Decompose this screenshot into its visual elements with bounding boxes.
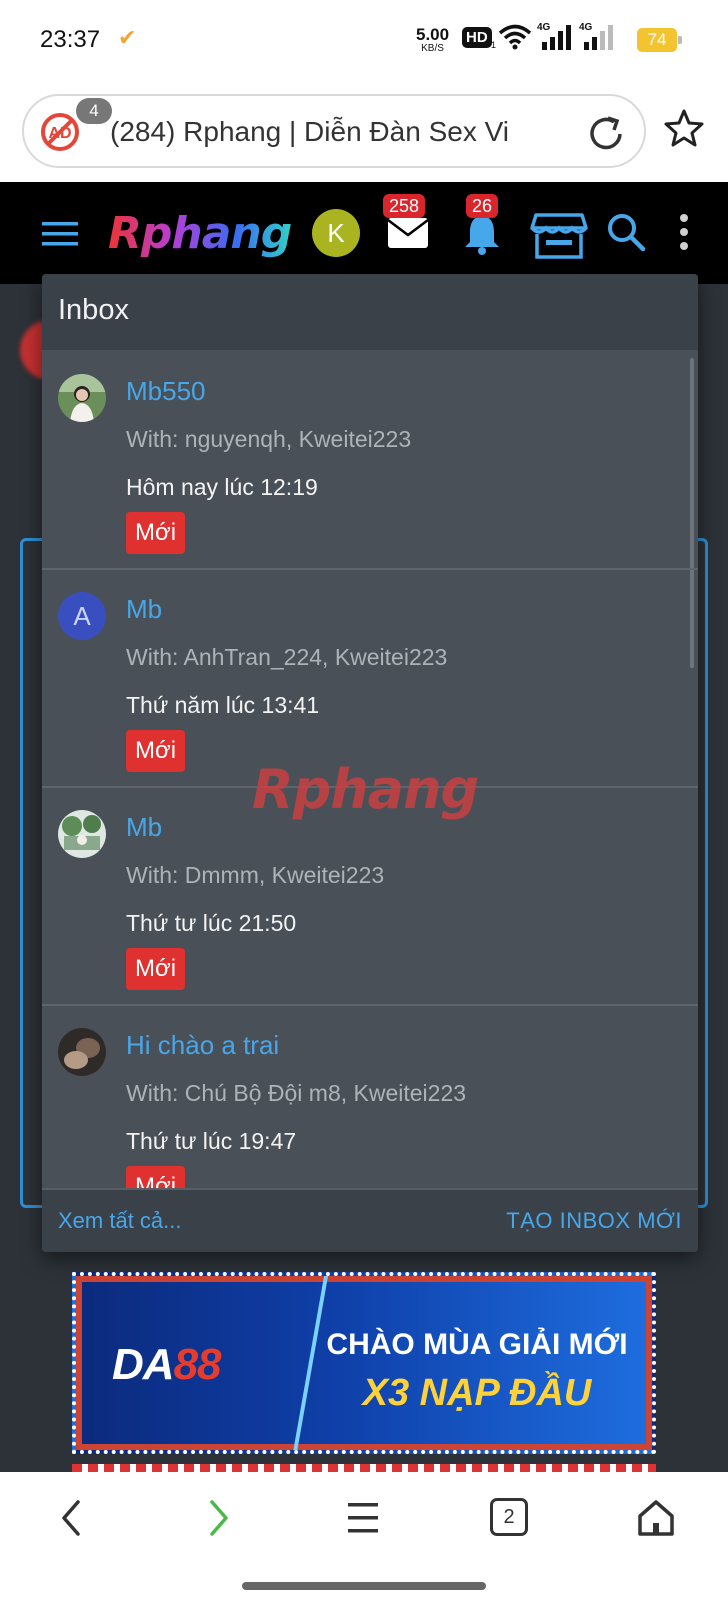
user-avatar-letter[interactable]: A	[58, 592, 106, 640]
adblock-count-badge: 4	[76, 98, 112, 124]
browser-bottom-nav: 2	[0, 1472, 728, 1600]
conversation-title[interactable]: Hi chào a trai	[126, 1030, 279, 1061]
conversation-title[interactable]: Mb	[126, 594, 162, 625]
site-logo[interactable]: Rphang	[108, 208, 292, 259]
user-avatar-photo[interactable]	[58, 1028, 106, 1076]
inbox-title: Inbox	[58, 294, 129, 326]
inbox-footer: Xem tất cả... TẠO INBOX MỚI	[42, 1188, 698, 1252]
messages-count-badge: 258	[383, 194, 426, 218]
more-options-icon[interactable]	[678, 212, 690, 252]
network-speed: 5.00 KB/S	[416, 26, 449, 54]
watermark: Rphang	[252, 758, 479, 821]
ad-headline: CHÀO MÙA GIẢI MỚI	[326, 1328, 628, 1361]
background-stripe	[72, 1464, 656, 1472]
menu-icon[interactable]	[346, 1498, 380, 1538]
user-avatar-photo[interactable]	[58, 374, 106, 422]
inbox-message-item[interactable]: Hi chào a trai With: Chú Bộ Đội m8, Kwei…	[42, 1004, 698, 1188]
new-badge: Mới	[126, 948, 186, 990]
conversation-title[interactable]: Mb	[126, 812, 162, 843]
browser-toolbar: AD 4 (284) Rphang | Diễn Đàn Sex Vi	[0, 80, 728, 182]
new-inbox-button[interactable]: TẠO INBOX MỚI	[506, 1208, 682, 1234]
status-time: 23:37	[40, 26, 101, 53]
bell-icon[interactable]	[462, 212, 502, 256]
new-badge: Mới	[126, 512, 186, 554]
ad-divider	[265, 1276, 329, 1450]
conversation-time: Thứ tư lúc 19:47	[126, 1128, 297, 1154]
home-icon[interactable]	[636, 1498, 676, 1538]
hd-icon: HD	[462, 27, 492, 48]
hamburger-menu-icon[interactable]	[42, 220, 78, 248]
page: 23:37 ✔ 5.00 KB/S HD 1 4G 4G 74 4 (284) …	[0, 0, 728, 1600]
conversation-participants: With: nguyenqh, Kweitei223	[126, 426, 412, 452]
signal-1-icon	[542, 25, 571, 50]
user-avatar[interactable]: K	[312, 209, 360, 257]
hd-sub: 1	[491, 40, 497, 50]
adblock-icon[interactable]: AD	[40, 112, 80, 152]
bookmark-star-icon[interactable]	[664, 108, 704, 148]
check-icon: ✔	[118, 25, 137, 50]
ad-brand: DA88	[112, 1340, 222, 1390]
url-text[interactable]: (284) Rphang | Diễn Đàn Sex Vi	[110, 116, 556, 148]
network-speed-unit: KB/S	[421, 43, 444, 54]
conversation-participants: With: Dmmm, Kweitei223	[126, 862, 385, 888]
back-icon[interactable]	[56, 1498, 86, 1538]
conversation-title[interactable]: Mb550	[126, 376, 206, 407]
site-header: Rphang K 258 26	[0, 182, 728, 284]
notifications-count-badge: 26	[466, 194, 499, 218]
ad-subheadline: X3 NẠP ĐẦU	[362, 1372, 592, 1414]
search-icon[interactable]	[606, 212, 646, 252]
conversation-time: Thứ năm lúc 13:41	[126, 692, 320, 718]
tabs-button[interactable]: 2	[490, 1498, 528, 1536]
user-avatar-photo[interactable]	[58, 810, 106, 858]
conversation-participants: With: AnhTran_224, Kweitei223	[126, 644, 448, 670]
new-badge: Mới	[126, 1166, 186, 1188]
ad-brand-num: 88	[173, 1340, 222, 1389]
wifi-icon	[498, 24, 532, 50]
battery-icon: 74	[637, 28, 682, 52]
ad-brand-da: DA	[112, 1340, 175, 1389]
see-all-link[interactable]: Xem tất cả...	[58, 1208, 182, 1234]
conversation-time: Thứ tư lúc 21:50	[126, 910, 297, 936]
inbox-message-item[interactable]: Mb550 With: nguyenqh, Kweitei223 Hôm nay…	[42, 350, 698, 570]
store-icon[interactable]	[530, 212, 588, 260]
inbox-message-item[interactable]: A Mb With: AnhTran_224, Kweitei223 Thứ n…	[42, 568, 698, 788]
signal-2-icon	[584, 25, 613, 50]
conversation-time: Hôm nay lúc 12:19	[126, 474, 318, 500]
status-bar: 23:37 ✔ 5.00 KB/S HD 1 4G 4G 74	[0, 0, 728, 80]
ad-banner[interactable]: DA88 CHÀO MÙA GIẢI MỚI X3 NẠP ĐẦU	[72, 1272, 656, 1454]
forward-icon[interactable]	[204, 1498, 234, 1538]
home-indicator	[242, 1582, 486, 1590]
reload-icon[interactable]	[584, 112, 628, 156]
address-bar[interactable]: AD 4 (284) Rphang | Diễn Đàn Sex Vi	[22, 94, 646, 168]
new-badge: Mới	[126, 730, 186, 772]
conversation-participants: With: Chú Bộ Đội m8, Kweitei223	[126, 1080, 467, 1106]
network-speed-value: 5.00	[416, 25, 450, 44]
mail-icon[interactable]	[386, 216, 430, 250]
inbox-header: Inbox	[42, 274, 698, 350]
